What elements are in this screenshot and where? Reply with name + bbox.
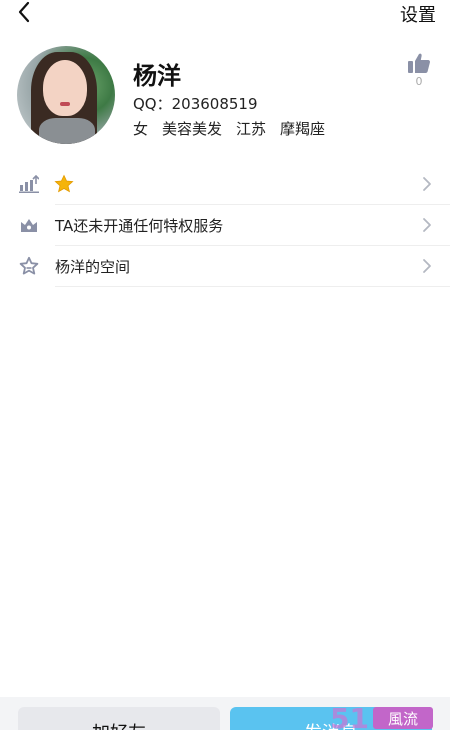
divider [55,286,450,287]
list-item-level[interactable] [0,164,450,205]
add-friend-label: 加好友 [92,719,146,730]
level-star-badge [54,174,74,198]
chevron-right-icon [423,259,431,273]
bottom-action-bar: 加好友 发消息 51 風流 [0,697,450,730]
top-navigation-bar: 设置 [0,0,450,28]
privileges-label: TA还未开通任何特权服务 [55,217,224,235]
chevron-right-icon [423,177,431,191]
gender-tag: 女 [133,120,149,138]
profession-tag: 美容美发 [162,120,223,138]
profile-tags: 女 美容美发 江苏 摩羯座 [133,118,325,139]
space-label: 杨洋的空间 [55,258,131,276]
chevron-right-icon [423,218,431,232]
add-friend-button[interactable]: 加好友 [18,707,220,730]
thumbs-up-icon [408,53,430,73]
avatar-face [43,60,87,116]
avatar[interactable] [17,46,115,144]
location-tag: 江苏 [236,120,267,138]
qq-number: QQ：203608519 [133,95,258,113]
avatar-lips [60,102,70,106]
profile-name: 杨洋 [133,62,181,90]
chevron-left-icon [18,1,30,23]
profile-header: 杨洋 QQ：203608519 女 美容美发 江苏 摩羯座 0 [0,44,450,148]
list-item-space[interactable]: 杨洋的空间 [0,246,450,287]
watermark-badge: 風流 [373,707,433,729]
star-icon [54,174,74,193]
like-button[interactable]: 0 [406,52,432,88]
crown-icon [19,215,39,235]
like-count: 0 [415,75,423,88]
list-item-privileges[interactable]: TA还未开通任何特权服务 [0,205,450,246]
settings-button[interactable]: 设置 [400,1,436,27]
avatar-shirt [39,118,95,144]
level-icon [19,174,39,194]
back-button[interactable] [12,0,36,24]
watermark-number: 51 [330,702,369,730]
profile-menu-list: TA还未开通任何特权服务 杨洋的空间 [0,164,450,287]
star-outline-icon [19,256,39,276]
zodiac-tag: 摩羯座 [280,120,326,138]
